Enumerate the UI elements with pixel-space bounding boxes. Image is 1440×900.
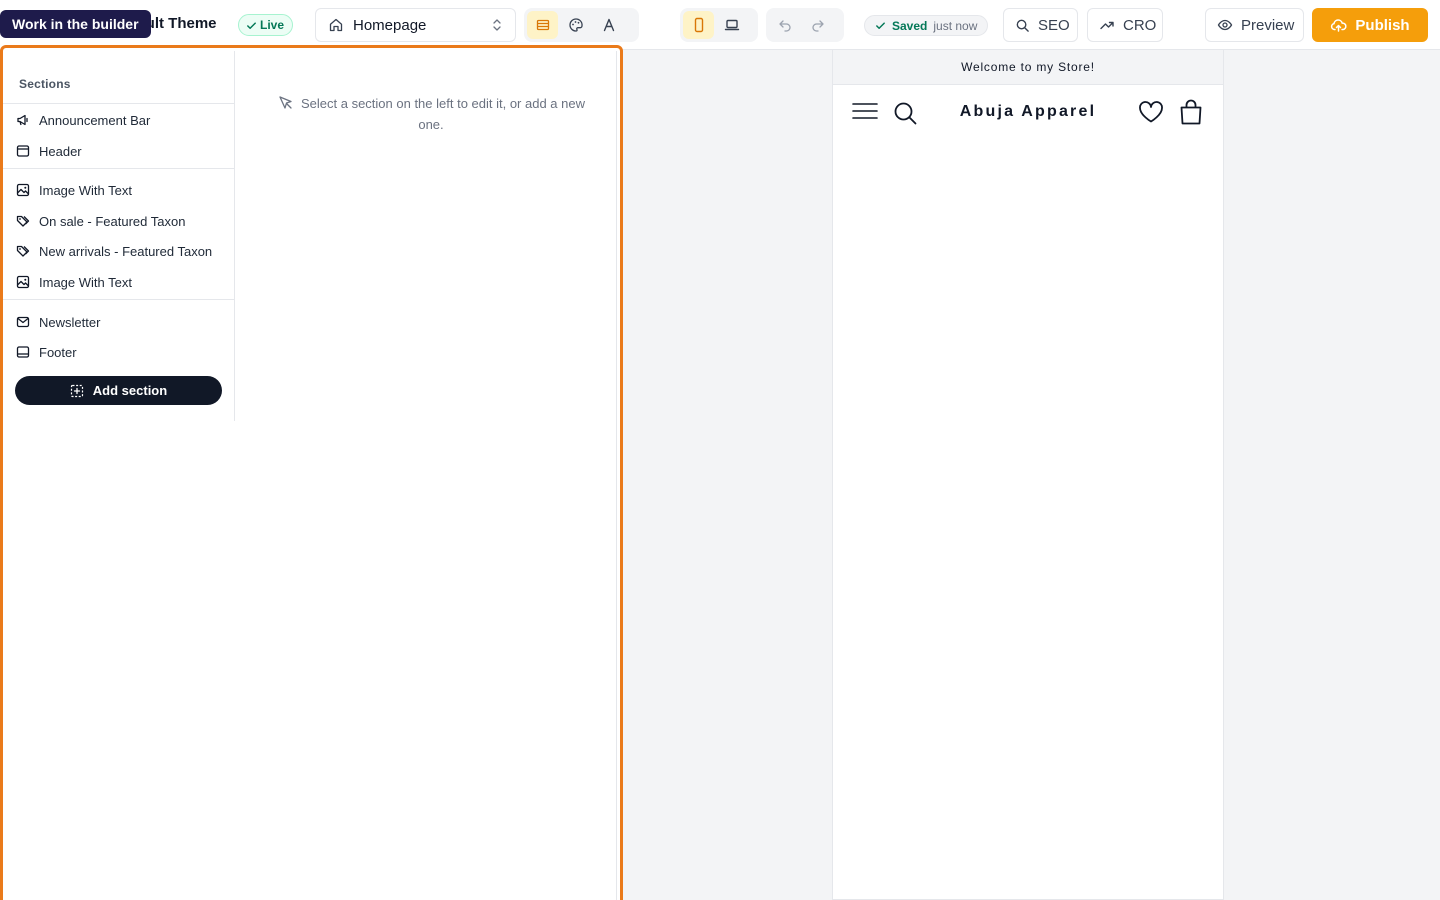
publish-label: Publish (1355, 16, 1410, 34)
image-icon (16, 183, 30, 197)
section-item-label: Footer (39, 344, 77, 360)
typography-icon (601, 17, 617, 33)
section-item-newsletter[interactable]: Newsletter (3, 308, 234, 336)
desktop-icon (724, 17, 740, 33)
save-status-label: Saved (892, 18, 928, 33)
heart-icon[interactable] (1138, 100, 1164, 124)
section-item-label: On sale - Featured Taxon (39, 213, 186, 229)
cursor-pointer-icon (279, 96, 292, 109)
seo-button[interactable]: SEO (1003, 8, 1078, 42)
mobile-icon (692, 17, 706, 33)
preview-announcement-bar[interactable]: Welcome to my Store! (833, 50, 1223, 85)
page-select-value: Homepage (353, 16, 427, 34)
layout-icon (535, 17, 551, 33)
section-item-image-with-text[interactable]: Image With Text (3, 268, 234, 296)
sections-title: Sections (19, 77, 71, 91)
builder-tooltip: Work in the builder (0, 10, 151, 38)
live-badge-label: Live (260, 18, 285, 32)
seo-label: SEO (1038, 16, 1070, 34)
section-item-label: Newsletter (39, 314, 101, 330)
store-preview: Welcome to my Store! Abuja Apparel (832, 50, 1224, 900)
redo-icon (810, 17, 826, 33)
footer-layout-icon (16, 345, 30, 359)
announcement-text: Welcome to my Store! (961, 60, 1095, 74)
undo-button[interactable] (769, 11, 800, 39)
add-section-label: Add section (92, 383, 168, 398)
section-item-on-sale[interactable]: On sale - Featured Taxon (3, 207, 234, 235)
theme-colors-button[interactable] (560, 11, 591, 39)
header-layout-icon (16, 144, 30, 158)
section-item-announcement-bar[interactable]: Announcement Bar (3, 106, 234, 134)
trending-up-icon (1099, 17, 1115, 33)
builder-panel: Sections Announcement Bar Header Image W… (0, 45, 623, 900)
search-icon (1015, 18, 1030, 33)
preview-label: Preview (1241, 16, 1295, 34)
cro-button[interactable]: CRO (1087, 8, 1163, 42)
live-badge: Live (238, 14, 294, 36)
check-icon (246, 20, 257, 31)
publish-button[interactable]: Publish (1312, 8, 1428, 42)
section-item-label: Image With Text (39, 274, 132, 290)
divider (3, 103, 234, 104)
preview-button[interactable]: Preview (1205, 8, 1304, 42)
add-section-button[interactable]: Add section (15, 376, 222, 405)
divider (3, 299, 234, 300)
section-item-label: Image With Text (39, 182, 132, 198)
section-item-label: Header (39, 143, 82, 159)
layout-mode-button[interactable] (527, 11, 558, 39)
add-section-icon (70, 384, 84, 398)
image-icon (16, 275, 30, 289)
panel-divider (616, 51, 617, 900)
megaphone-icon (16, 113, 30, 127)
editor-hint-text: Select a section on the left to edit it,… (300, 96, 585, 132)
top-bar: Work in the builder efault Theme Live Ho… (0, 0, 1440, 50)
save-status-time: just now (933, 18, 978, 33)
save-status: Saved just now (864, 15, 989, 36)
tags-icon (16, 214, 30, 228)
editor-empty-hint: Select a section on the left to edit it,… (263, 93, 599, 135)
mail-icon (16, 315, 30, 329)
page-select[interactable]: Homepage (315, 8, 516, 42)
chevron-up-down-icon (491, 18, 503, 32)
store-brand[interactable]: Abuja Apparel (833, 103, 1223, 121)
device-toggle-group (680, 8, 758, 42)
cloud-upload-icon (1330, 17, 1347, 33)
divider (3, 168, 234, 169)
desktop-view-button[interactable] (716, 11, 747, 39)
typography-button[interactable] (593, 11, 624, 39)
preview-header[interactable]: Abuja Apparel (833, 85, 1223, 140)
section-item-new-arrivals[interactable]: New arrivals - Featured Taxon (3, 237, 234, 265)
shopping-bag-icon[interactable] (1179, 99, 1203, 125)
mode-toggle-group (524, 8, 639, 42)
history-group (766, 8, 844, 42)
cro-label: CRO (1123, 16, 1157, 34)
section-item-label: New arrivals - Featured Taxon (39, 243, 213, 259)
section-item-header[interactable]: Header (3, 137, 234, 165)
check-icon (875, 20, 886, 31)
sections-sidebar: Sections Announcement Bar Header Image W… (3, 51, 235, 421)
section-item-image-with-text[interactable]: Image With Text (3, 176, 234, 204)
section-item-label: Announcement Bar (39, 112, 151, 128)
undo-icon (777, 17, 793, 33)
eye-icon (1217, 17, 1233, 33)
redo-button[interactable] (802, 11, 833, 39)
builder-inner: Sections Announcement Bar Header Image W… (3, 51, 617, 900)
section-item-footer[interactable]: Footer (3, 338, 234, 366)
palette-icon (568, 17, 584, 33)
tags-icon (16, 244, 30, 258)
home-icon (328, 17, 344, 33)
mobile-view-button[interactable] (683, 11, 714, 39)
